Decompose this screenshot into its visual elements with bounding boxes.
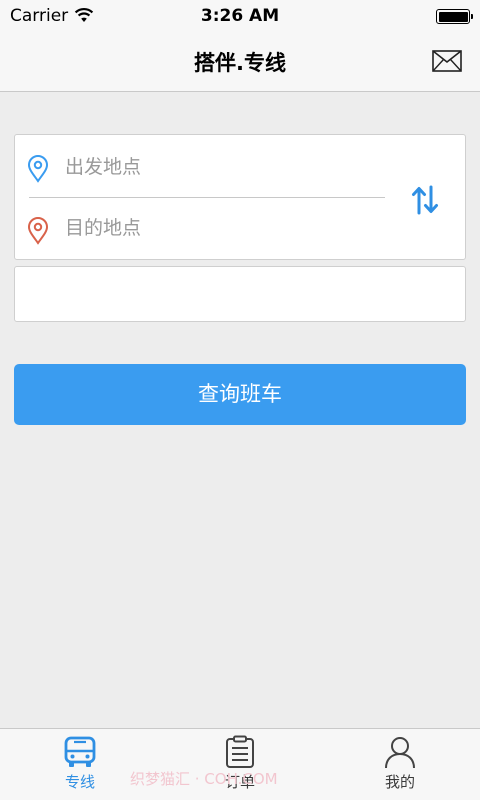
user-icon	[385, 737, 415, 769]
tab-label: 我的	[384, 773, 415, 791]
tab-bar: 专线 订单 我的	[0, 728, 480, 800]
clipboard-icon	[226, 735, 254, 768]
battery-icon	[436, 9, 473, 24]
tab-orders[interactable]: 订单	[160, 729, 320, 800]
location-card	[14, 134, 466, 260]
tab-mine[interactable]: 我的	[320, 729, 480, 800]
destination-input[interactable]	[65, 210, 365, 246]
tab-label: 专线	[64, 773, 95, 791]
navigation-bar: 搭伴.专线	[0, 32, 480, 92]
bus-icon	[64, 736, 96, 767]
page-title: 搭伴.专线	[194, 51, 286, 75]
destination-pin-icon	[27, 217, 49, 245]
origin-pin-icon	[27, 155, 49, 183]
tab-label: 订单	[224, 773, 255, 791]
date-field[interactable]	[14, 266, 466, 322]
status-time: 3:26 AM	[200, 6, 280, 26]
origin-input[interactable]	[65, 149, 365, 185]
search-bus-button[interactable]: 查询班车	[14, 364, 466, 425]
tab-bus-lines[interactable]: 专线	[0, 729, 160, 800]
swap-locations-icon[interactable]	[411, 185, 439, 215]
status-bar: Carrier 3:26 AM	[0, 0, 480, 32]
mail-icon[interactable]	[432, 50, 462, 72]
field-divider	[29, 197, 385, 198]
